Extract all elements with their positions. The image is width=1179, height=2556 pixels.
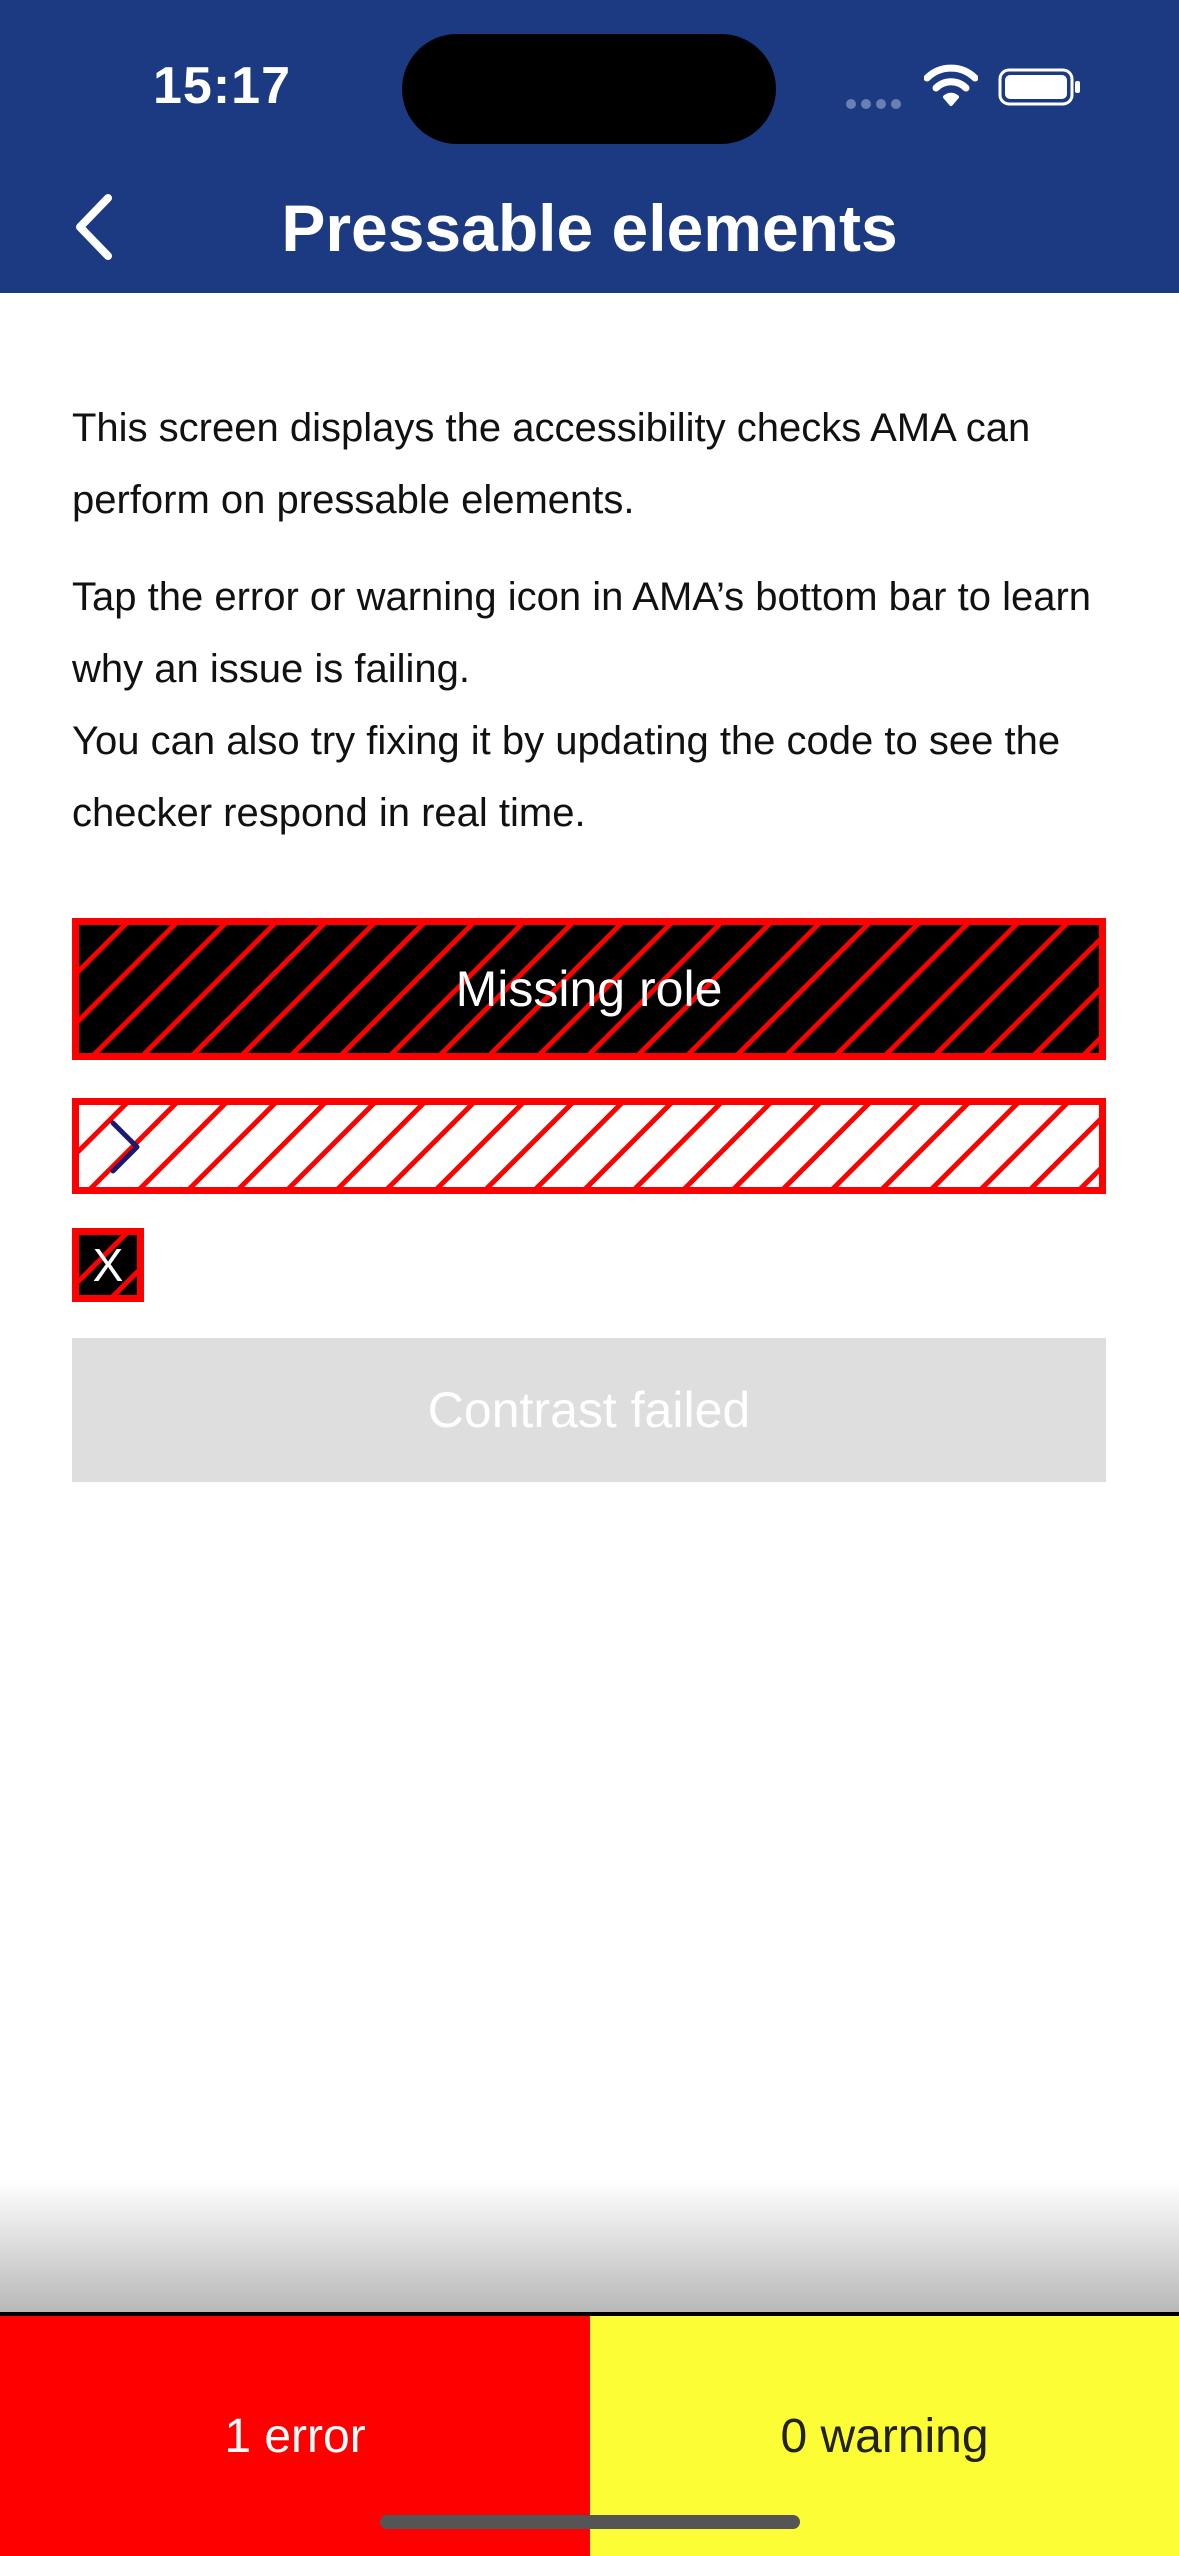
description-paragraph: Tap the error or warning icon in AMA’s b… <box>72 575 1092 691</box>
missing-role-button[interactable]: Missing role <box>72 918 1106 1060</box>
description-paragraph: You can also try fixing it by updating t… <box>72 719 1061 835</box>
close-x-label: X <box>92 1239 124 1291</box>
contrast-failed-button[interactable]: Contrast failed <box>72 1338 1106 1482</box>
chevron-right-icon <box>110 1120 140 1174</box>
battery-icon <box>998 68 1080 106</box>
warning-count-label: 0 warning <box>780 2409 989 2463</box>
bottom-bar-shadow <box>0 2180 1179 2312</box>
nav-header: 15:17 Pressable elements <box>0 0 1179 293</box>
screen-description: This screen displays the accessibility c… <box>72 392 1112 849</box>
description-paragraph: This screen displays the accessibility c… <box>72 406 1031 522</box>
close-x-button[interactable]: X <box>72 1228 144 1302</box>
error-count-label: 1 error <box>224 2409 366 2463</box>
cellular-signal-icon <box>846 96 906 114</box>
status-time: 15:17 <box>153 57 291 115</box>
chevron-row-button[interactable] <box>72 1098 1106 1194</box>
dynamic-island <box>402 34 776 144</box>
missing-role-label: Missing role <box>455 961 723 1017</box>
home-indicator[interactable] <box>380 2515 800 2529</box>
contrast-failed-label: Contrast failed <box>427 1382 751 1438</box>
wifi-icon <box>924 64 978 106</box>
page-title: Pressable elements <box>281 191 898 265</box>
